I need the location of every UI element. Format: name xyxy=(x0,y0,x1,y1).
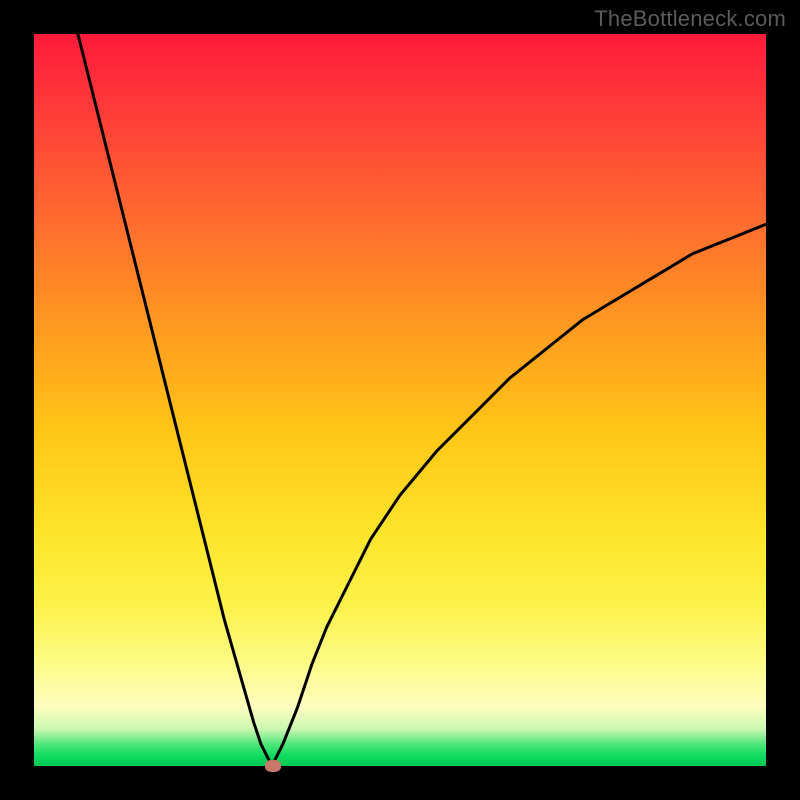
watermark-text: TheBottleneck.com xyxy=(594,6,786,32)
plot-area xyxy=(34,34,766,766)
bottleneck-curve xyxy=(34,34,766,766)
chart-frame: TheBottleneck.com xyxy=(0,0,800,800)
optimal-point-marker xyxy=(265,760,281,772)
